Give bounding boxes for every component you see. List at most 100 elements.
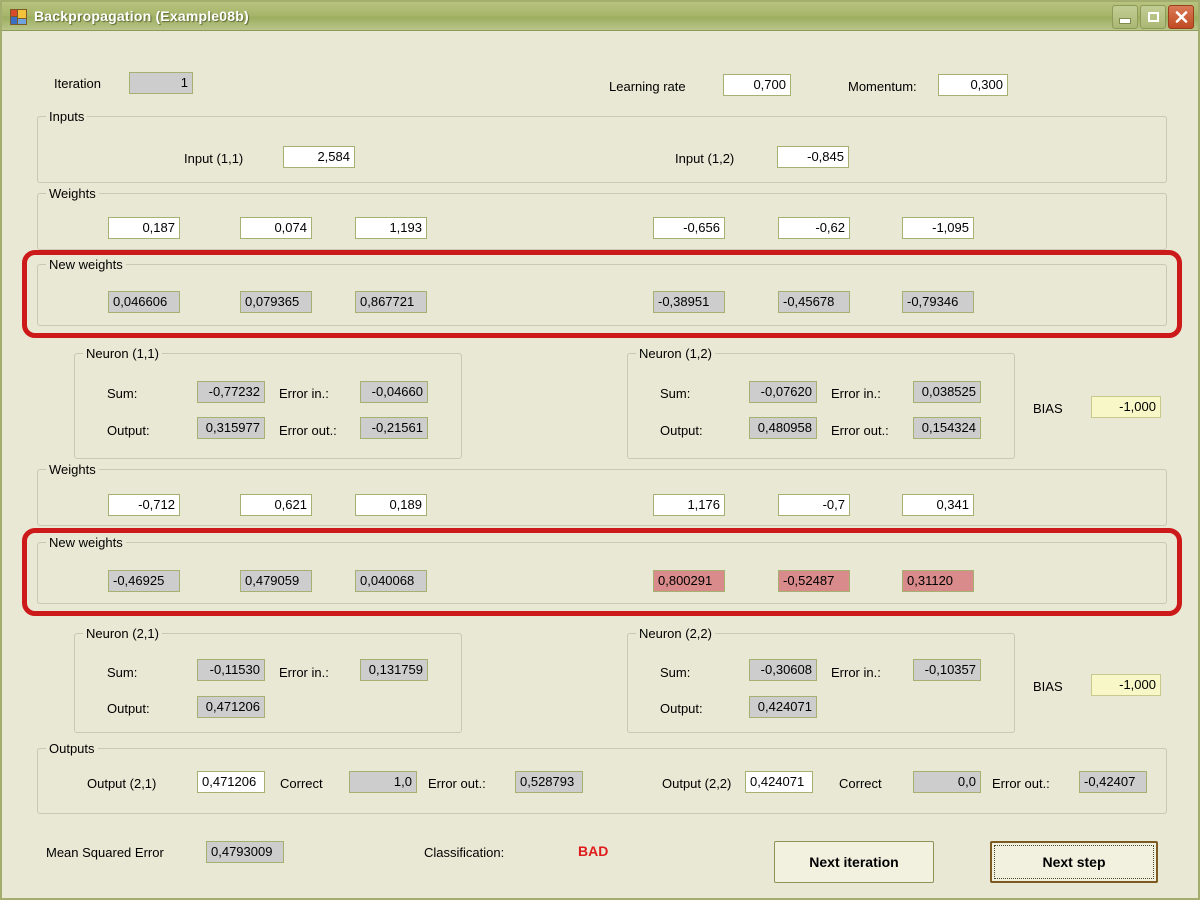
weight-2-0[interactable]: -0,712: [108, 494, 180, 516]
iteration-value: 1: [129, 72, 193, 94]
input-12-field[interactable]: -0,845: [777, 146, 849, 168]
neuron-11-errin-label: Error in.:: [279, 386, 329, 401]
neuron-22-group: Neuron (2,2): [627, 626, 1015, 733]
neuron-22-output-label: Output:: [660, 701, 703, 716]
mse-value: 0,4793009: [206, 841, 284, 863]
classification-value: BAD: [578, 843, 609, 859]
new-weight-2-3: 0,800291: [653, 570, 725, 592]
input-11-field[interactable]: 2,584: [283, 146, 355, 168]
neuron-12-errout-label: Error out.:: [831, 423, 889, 438]
neuron-12-errin-value: 0,038525: [913, 381, 981, 403]
neuron-11-errout-value: -0,21561: [360, 417, 428, 439]
neuron-11-caption: Neuron (1,1): [83, 346, 162, 361]
window-title: Backpropagation (Example08b): [34, 8, 249, 24]
new-weight-1-0: 0,046606: [108, 291, 180, 313]
weight-1-3[interactable]: -0,656: [653, 217, 725, 239]
learning-rate-input[interactable]: 0,700: [723, 74, 791, 96]
neuron-12-sum-label: Sum:: [660, 386, 691, 401]
new-weight-2-1: 0,479059: [240, 570, 312, 592]
output-22-field[interactable]: 0,424071: [745, 771, 813, 793]
new-weight-1-2: 0,867721: [355, 291, 427, 313]
maximize-button[interactable]: [1140, 5, 1166, 29]
classification-label: Classification:: [424, 845, 505, 860]
weight-2-5[interactable]: 0,341: [902, 494, 974, 516]
momentum-input[interactable]: 0,300: [938, 74, 1008, 96]
neuron-11-sum-value: -0,77232: [197, 381, 265, 403]
correct-21-label: Correct: [280, 776, 323, 791]
focus-outline: [994, 845, 1154, 879]
neuron-21-sum-label: Sum:: [107, 665, 138, 680]
bias-2-label: BIAS: [1033, 679, 1063, 694]
neuron-21-sum-value: -0,11530: [197, 659, 265, 681]
bias-1-label: BIAS: [1033, 401, 1063, 416]
weights-1-group: Weights: [37, 186, 1167, 250]
weight-1-0[interactable]: 0,187: [108, 217, 180, 239]
new-weight-1-3: -0,38951: [653, 291, 725, 313]
neuron-11-group: Neuron (1,1): [74, 346, 462, 459]
neuron-22-sum-label: Sum:: [660, 665, 691, 680]
weight-2-1[interactable]: 0,621: [240, 494, 312, 516]
neuron-12-output-label: Output:: [660, 423, 703, 438]
new-weight-1-5: -0,79346: [902, 291, 974, 313]
input-12-label: Input (1,2): [675, 151, 735, 166]
neuron-22-caption: Neuron (2,2): [636, 626, 715, 641]
new-weight-2-5: 0,31120: [902, 570, 974, 592]
neuron-11-sum-label: Sum:: [107, 386, 138, 401]
weight-1-2[interactable]: 1,193: [355, 217, 427, 239]
neuron-21-group: Neuron (2,1): [74, 626, 462, 733]
output-21-field[interactable]: 0,471206: [197, 771, 265, 793]
neuron-12-errin-label: Error in.:: [831, 386, 881, 401]
correct-22-value: 0,0: [913, 771, 981, 793]
weight-2-2[interactable]: 0,189: [355, 494, 427, 516]
form-icon: [10, 8, 27, 25]
next-iteration-button[interactable]: Next iteration: [774, 841, 934, 883]
minimize-button[interactable]: [1112, 5, 1138, 29]
error-out-22-value: -0,42407: [1079, 771, 1147, 793]
application-window: Backpropagation (Example08b) Iteration 1…: [0, 0, 1200, 900]
new-weights-1-caption: New weights: [46, 257, 126, 272]
neuron-12-caption: Neuron (1,2): [636, 346, 715, 361]
window-controls: [1112, 5, 1194, 29]
neuron-12-output-value: 0,480958: [749, 417, 817, 439]
weights-2-caption: Weights: [46, 462, 99, 477]
output-21-label: Output (2,1): [87, 776, 157, 791]
correct-22-label: Correct: [839, 776, 882, 791]
neuron-21-caption: Neuron (2,1): [83, 626, 162, 641]
new-weight-1-4: -0,45678: [778, 291, 850, 313]
new-weight-2-0: -0,46925: [108, 570, 180, 592]
neuron-12-errout-value: 0,154324: [913, 417, 981, 439]
new-weight-2-4: -0,52487: [778, 570, 850, 592]
output-22-label: Output (2,2): [662, 776, 732, 791]
error-out-21-value: 0,528793: [515, 771, 583, 793]
new-weights-2-group: New weights: [37, 535, 1167, 604]
neuron-11-output-value: 0,315977: [197, 417, 265, 439]
neuron-22-errin-label: Error in.:: [831, 665, 881, 680]
neuron-11-output-label: Output:: [107, 423, 150, 438]
next-step-button[interactable]: Next step: [990, 841, 1158, 883]
weight-1-1[interactable]: 0,074: [240, 217, 312, 239]
close-button[interactable]: [1168, 5, 1194, 29]
input-11-label: Input (1,1): [184, 151, 244, 166]
mse-label: Mean Squared Error: [46, 845, 164, 860]
neuron-21-errin-value: 0,131759: [360, 659, 428, 681]
neuron-22-output-value: 0,424071: [749, 696, 817, 718]
weight-2-4[interactable]: -0,7: [778, 494, 850, 516]
neuron-22-errin-value: -0,10357: [913, 659, 981, 681]
weights-2-group: Weights: [37, 462, 1167, 526]
new-weights-1-group: New weights: [37, 257, 1167, 326]
weight-1-5[interactable]: -1,095: [902, 217, 974, 239]
new-weights-2-caption: New weights: [46, 535, 126, 550]
inputs-group: Inputs: [37, 109, 1167, 183]
neuron-21-output-value: 0,471206: [197, 696, 265, 718]
weight-1-4[interactable]: -0,62: [778, 217, 850, 239]
weight-2-3[interactable]: 1,176: [653, 494, 725, 516]
new-weight-1-1: 0,079365: [240, 291, 312, 313]
neuron-22-sum-value: -0,30608: [749, 659, 817, 681]
correct-21-value: 1,0: [349, 771, 417, 793]
neuron-11-errin-value: -0,04660: [360, 381, 428, 403]
title-bar: Backpropagation (Example08b): [2, 2, 1198, 31]
error-out-22-label: Error out.:: [992, 776, 1050, 791]
inputs-caption: Inputs: [46, 109, 88, 124]
new-weight-2-2: 0,040068: [355, 570, 427, 592]
outputs-caption: Outputs: [46, 741, 98, 756]
